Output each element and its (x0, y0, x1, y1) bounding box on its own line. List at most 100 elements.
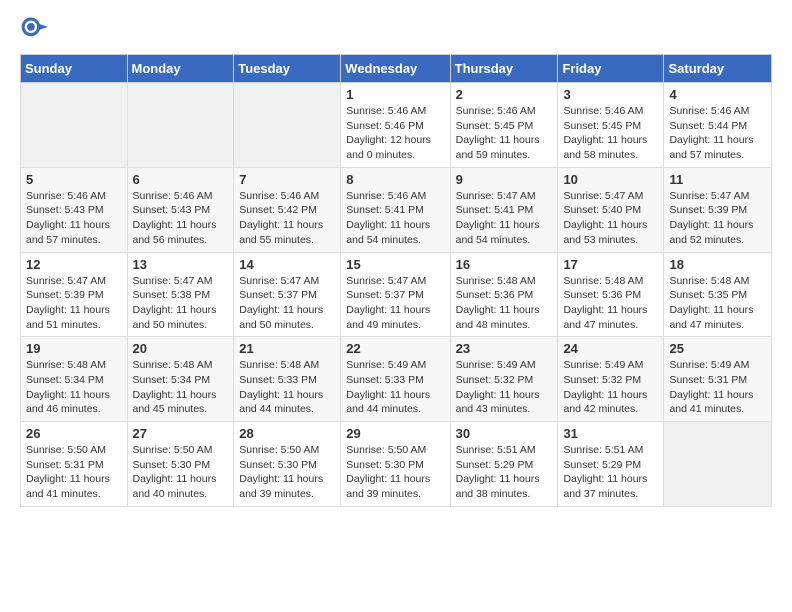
day-number: 22 (346, 341, 444, 356)
day-info: Sunrise: 5:46 AMSunset: 5:44 PMDaylight:… (669, 104, 766, 163)
day-info: Sunrise: 5:47 AMSunset: 5:39 PMDaylight:… (669, 189, 766, 248)
day-info: Sunrise: 5:48 AMSunset: 5:34 PMDaylight:… (133, 358, 229, 417)
day-cell: 29 Sunrise: 5:50 AMSunset: 5:30 PMDayligh… (341, 422, 450, 507)
day-number: 28 (239, 426, 335, 441)
day-cell: 20 Sunrise: 5:48 AMSunset: 5:34 PMDayligh… (127, 337, 234, 422)
day-number: 13 (133, 257, 229, 272)
day-cell: 23 Sunrise: 5:49 AMSunset: 5:32 PMDayligh… (450, 337, 558, 422)
day-number: 18 (669, 257, 766, 272)
day-info: Sunrise: 5:48 AMSunset: 5:36 PMDaylight:… (456, 274, 553, 333)
day-info: Sunrise: 5:46 AMSunset: 5:43 PMDaylight:… (26, 189, 122, 248)
day-number: 11 (669, 172, 766, 187)
day-cell: 7Sunrise: 5:46 AMSunset: 5:42 PMDaylight… (234, 167, 341, 252)
day-info: Sunrise: 5:51 AMSunset: 5:29 PMDaylight:… (563, 443, 658, 502)
day-cell: 25Sunrise: 5:49 AMSunset: 5:31 PMDayligh… (664, 337, 772, 422)
day-info: Sunrise: 5:49 AMSunset: 5:32 PMDaylight:… (563, 358, 658, 417)
weekday-wednesday: Wednesday (341, 55, 450, 83)
day-cell: 28 Sunrise: 5:50 AMSunset: 5:30 PMDayligh… (234, 422, 341, 507)
day-cell: 2 Sunrise: 5:46 AMSunset: 5:45 PMDaylight… (450, 83, 558, 168)
weekday-sunday: Sunday (21, 55, 128, 83)
weekday-header-row: SundayMondayTuesdayWednesdayThursdayFrid… (21, 55, 772, 83)
day-number: 27 (133, 426, 229, 441)
day-info: Sunrise: 5:50 AMSunset: 5:31 PMDaylight:… (26, 443, 122, 502)
day-number: 8 (346, 172, 444, 187)
day-info: Sunrise: 5:46 AMSunset: 5:43 PMDaylight:… (133, 189, 229, 248)
day-number: 31 (563, 426, 658, 441)
week-row-5: 26 Sunrise: 5:50 AMSunset: 5:31 PMDayligh… (21, 422, 772, 507)
weekday-friday: Friday (558, 55, 664, 83)
day-cell: 30 Sunrise: 5:51 AMSunset: 5:29 PMDayligh… (450, 422, 558, 507)
day-cell: 13 Sunrise: 5:47 AMSunset: 5:38 PMDayligh… (127, 252, 234, 337)
day-cell: 1 Sunrise: 5:46 AMSunset: 5:46 PMDaylight… (341, 83, 450, 168)
day-number: 5 (26, 172, 122, 187)
day-number: 29 (346, 426, 444, 441)
day-info: Sunrise: 5:50 AMSunset: 5:30 PMDaylight:… (346, 443, 444, 502)
weekday-thursday: Thursday (450, 55, 558, 83)
day-cell (234, 83, 341, 168)
day-cell: 31 Sunrise: 5:51 AMSunset: 5:29 PMDayligh… (558, 422, 664, 507)
page: SundayMondayTuesdayWednesdayThursdayFrid… (0, 0, 792, 523)
day-info: Sunrise: 5:46 AMSunset: 5:45 PMDaylight:… (563, 104, 658, 163)
day-number: 2 (456, 87, 553, 102)
day-number: 10 (563, 172, 658, 187)
day-info: Sunrise: 5:46 AMSunset: 5:45 PMDaylight:… (456, 104, 553, 163)
day-number: 3 (563, 87, 658, 102)
day-info: Sunrise: 5:49 AMSunset: 5:33 PMDaylight:… (346, 358, 444, 417)
day-info: Sunrise: 5:48 AMSunset: 5:35 PMDaylight:… (669, 274, 766, 333)
day-cell: 18 Sunrise: 5:48 AMSunset: 5:35 PMDayligh… (664, 252, 772, 337)
day-number: 26 (26, 426, 122, 441)
day-number: 14 (239, 257, 335, 272)
day-cell: 15Sunrise: 5:47 AMSunset: 5:37 PMDayligh… (341, 252, 450, 337)
day-number: 1 (346, 87, 444, 102)
day-number: 30 (456, 426, 553, 441)
day-info: Sunrise: 5:47 AMSunset: 5:40 PMDaylight:… (563, 189, 658, 248)
day-cell (664, 422, 772, 507)
day-cell: 19 Sunrise: 5:48 AMSunset: 5:34 PMDayligh… (21, 337, 128, 422)
day-cell: 4 Sunrise: 5:46 AMSunset: 5:44 PMDaylight… (664, 83, 772, 168)
day-cell: 11 Sunrise: 5:47 AMSunset: 5:39 PMDayligh… (664, 167, 772, 252)
day-cell: 14 Sunrise: 5:47 AMSunset: 5:37 PMDayligh… (234, 252, 341, 337)
day-info: Sunrise: 5:48 AMSunset: 5:34 PMDaylight:… (26, 358, 122, 417)
day-cell: 26 Sunrise: 5:50 AMSunset: 5:31 PMDayligh… (21, 422, 128, 507)
day-number: 20 (133, 341, 229, 356)
day-cell: 27 Sunrise: 5:50 AMSunset: 5:30 PMDayligh… (127, 422, 234, 507)
day-info: Sunrise: 5:49 AMSunset: 5:32 PMDaylight:… (456, 358, 553, 417)
day-info: Sunrise: 5:47 AMSunset: 5:41 PMDaylight:… (456, 189, 553, 248)
week-row-2: 5 Sunrise: 5:46 AMSunset: 5:43 PMDaylight… (21, 167, 772, 252)
day-info: Sunrise: 5:50 AMSunset: 5:30 PMDaylight:… (239, 443, 335, 502)
day-info: Sunrise: 5:47 AMSunset: 5:37 PMDaylight:… (346, 274, 444, 333)
day-info: Sunrise: 5:48 AMSunset: 5:36 PMDaylight:… (563, 274, 658, 333)
day-cell: 3 Sunrise: 5:46 AMSunset: 5:45 PMDaylight… (558, 83, 664, 168)
day-cell: 22 Sunrise: 5:49 AMSunset: 5:33 PMDayligh… (341, 337, 450, 422)
day-cell: 12Sunrise: 5:47 AMSunset: 5:39 PMDayligh… (21, 252, 128, 337)
day-cell: 17Sunrise: 5:48 AMSunset: 5:36 PMDayligh… (558, 252, 664, 337)
day-info: Sunrise: 5:46 AMSunset: 5:42 PMDaylight:… (239, 189, 335, 248)
day-info: Sunrise: 5:49 AMSunset: 5:31 PMDaylight:… (669, 358, 766, 417)
day-info: Sunrise: 5:47 AMSunset: 5:38 PMDaylight:… (133, 274, 229, 333)
day-cell: 9Sunrise: 5:47 AMSunset: 5:41 PMDaylight… (450, 167, 558, 252)
day-info: Sunrise: 5:46 AMSunset: 5:46 PMDaylight:… (346, 104, 444, 163)
weekday-tuesday: Tuesday (234, 55, 341, 83)
logo-icon (20, 16, 48, 44)
day-number: 4 (669, 87, 766, 102)
week-row-1: 1 Sunrise: 5:46 AMSunset: 5:46 PMDaylight… (21, 83, 772, 168)
day-info: Sunrise: 5:50 AMSunset: 5:30 PMDaylight:… (133, 443, 229, 502)
day-number: 23 (456, 341, 553, 356)
day-number: 24 (563, 341, 658, 356)
day-cell (21, 83, 128, 168)
week-row-3: 12Sunrise: 5:47 AMSunset: 5:39 PMDayligh… (21, 252, 772, 337)
day-cell: 8Sunrise: 5:46 AMSunset: 5:41 PMDaylight… (341, 167, 450, 252)
day-info: Sunrise: 5:51 AMSunset: 5:29 PMDaylight:… (456, 443, 553, 502)
day-cell: 5 Sunrise: 5:46 AMSunset: 5:43 PMDaylight… (21, 167, 128, 252)
day-cell (127, 83, 234, 168)
weekday-saturday: Saturday (664, 55, 772, 83)
day-number: 12 (26, 257, 122, 272)
day-cell: 21Sunrise: 5:48 AMSunset: 5:33 PMDayligh… (234, 337, 341, 422)
day-info: Sunrise: 5:47 AMSunset: 5:37 PMDaylight:… (239, 274, 335, 333)
day-cell: 6Sunrise: 5:46 AMSunset: 5:43 PMDaylight… (127, 167, 234, 252)
logo (20, 16, 52, 44)
calendar: SundayMondayTuesdayWednesdayThursdayFrid… (20, 54, 772, 507)
day-number: 19 (26, 341, 122, 356)
day-number: 16 (456, 257, 553, 272)
header (20, 16, 772, 44)
